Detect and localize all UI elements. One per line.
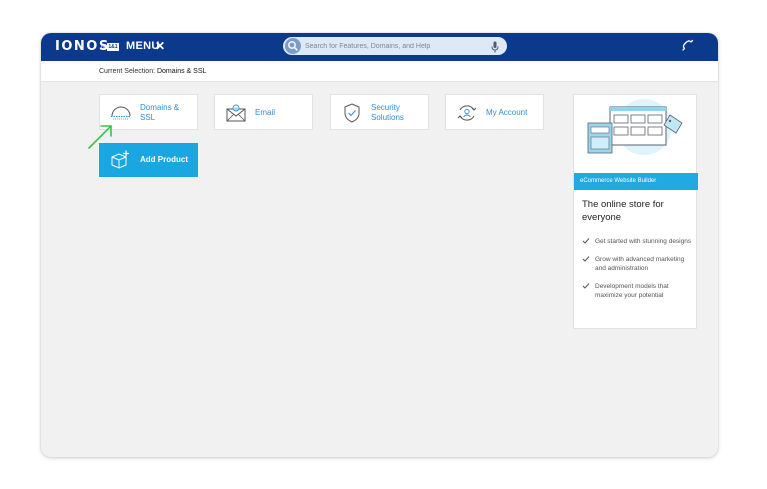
promo-title: The online store for everyone — [582, 199, 664, 223]
search-bar — [283, 37, 507, 55]
promo-item-text: Get started with stunning designs — [595, 238, 692, 245]
promo-band: eCommerce Website Builder — [574, 173, 698, 190]
current-selection-label: Current Selection: — [99, 68, 156, 75]
envelope-icon: @ — [225, 102, 247, 124]
promo-feature-list: Get started with stunning designs Grow w… — [582, 237, 694, 309]
checkmark-icon — [582, 282, 590, 294]
search-input[interactable] — [305, 39, 485, 53]
tile-email[interactable]: @ Email — [214, 94, 313, 130]
close-icon[interactable]: ✕ — [155, 39, 165, 53]
annotation-arrow-icon — [87, 123, 115, 156]
promo-item-text: Grow with advanced marketing and adminis… — [595, 255, 685, 273]
promo-card[interactable]: eCommerce Website Builder The online sto… — [573, 94, 698, 329]
logo-badge: 1&1 — [107, 43, 119, 51]
tile-my-account-label: My Account — [486, 108, 528, 117]
tile-my-account[interactable]: My Account — [445, 94, 544, 130]
current-selection-bar: Current Selection: Domains & SSL — [41, 61, 718, 82]
current-selection: Current Selection: Domains & SSL — [99, 68, 206, 75]
list-item: Get started with stunning designs — [582, 237, 694, 247]
tile-security-label-1: Security — [371, 103, 400, 112]
search-icon[interactable] — [285, 38, 301, 54]
top-navigation-bar: IONOS by 1&1 MENU ✕ — [41, 33, 718, 61]
current-selection-value: Domains & SSL — [156, 68, 207, 75]
add-product-label: Add Product — [140, 155, 188, 164]
tile-security-solutions[interactable]: Security Solutions — [330, 94, 429, 130]
svg-text:@: @ — [234, 106, 238, 111]
list-item: Development models that maximize your po… — [582, 282, 694, 301]
tile-security-label-2: Solutions — [371, 113, 404, 122]
store-illustration-icon — [582, 97, 690, 167]
checkmark-icon — [582, 255, 590, 267]
microphone-icon[interactable] — [491, 40, 499, 58]
tile-email-label: Email — [255, 108, 276, 117]
tile-domains-ssl-label-2: SSL — [140, 113, 156, 122]
checkmark-icon — [582, 237, 590, 249]
phone-icon[interactable] — [680, 39, 694, 58]
tile-domains-ssl-label-1: Domains & — [140, 103, 180, 112]
list-item: Grow with advanced marketing and adminis… — [582, 255, 694, 274]
globe-icon — [110, 102, 132, 124]
user-cycle-icon — [456, 102, 478, 124]
browser-window: IONOS by 1&1 MENU ✕ Search for Features,… — [41, 33, 718, 457]
promo-item-text: Development models that maximize your po… — [595, 282, 669, 300]
logo-by-text: by — [101, 45, 107, 51]
shield-check-icon — [341, 102, 363, 124]
